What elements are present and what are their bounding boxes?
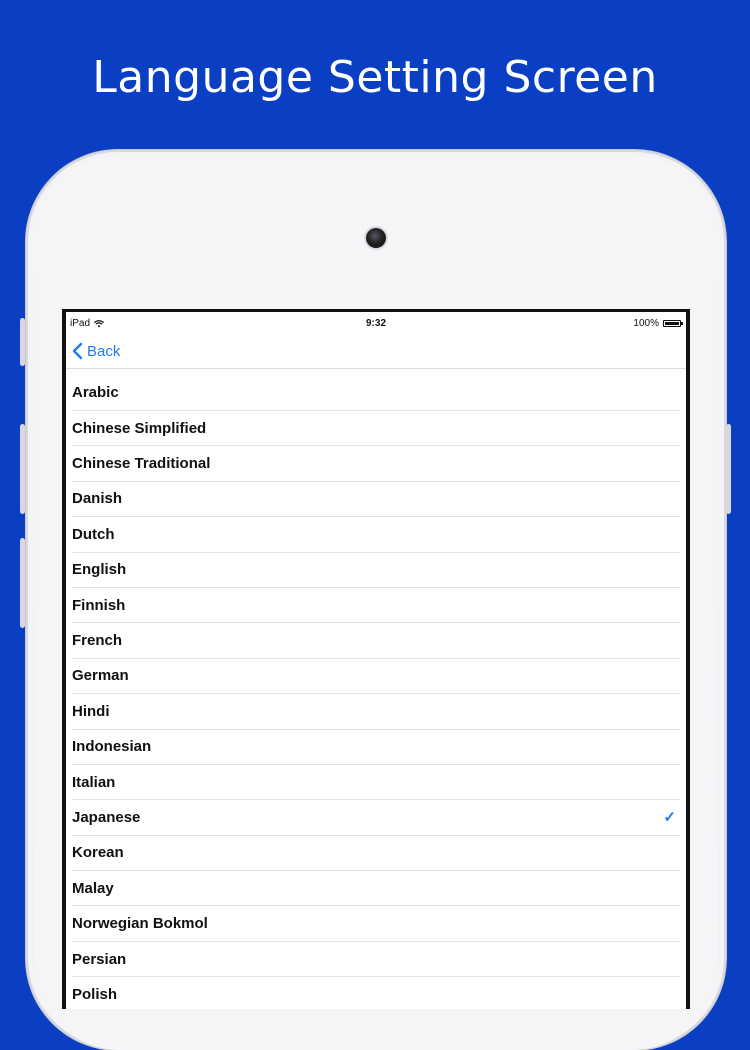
checkmark-icon: ✓: [663, 809, 676, 827]
language-row[interactable]: Persian✓: [72, 942, 680, 978]
language-label: Persian: [72, 950, 127, 968]
language-label: Dutch: [72, 525, 115, 543]
language-row[interactable]: Chinese Traditional✓: [72, 446, 680, 482]
language-row[interactable]: Korean✓: [72, 836, 680, 872]
language-label: Italian: [72, 773, 116, 791]
language-row[interactable]: Norwegian Bokmol✓: [72, 906, 680, 942]
language-row[interactable]: Arabic✓: [72, 369, 680, 411]
language-label: Arabic: [72, 384, 119, 401]
language-label: Norwegian Bokmol: [72, 915, 208, 933]
language-label: Finnish: [72, 596, 126, 614]
back-button[interactable]: Back: [72, 342, 120, 360]
language-row[interactable]: Polish✓: [72, 977, 680, 1009]
language-label: Hindi: [72, 702, 110, 720]
language-label: Indonesian: [72, 738, 152, 756]
language-row[interactable]: Dutch✓: [72, 517, 680, 553]
language-row[interactable]: Chinese Simplified✓: [72, 411, 680, 447]
language-row[interactable]: French✓: [72, 623, 680, 659]
navigation-bar: Back: [66, 334, 686, 369]
language-label: German: [72, 667, 129, 685]
language-label: Japanese: [72, 808, 141, 826]
language-label: English: [72, 561, 127, 579]
battery-percent: 100%: [633, 318, 659, 329]
language-row[interactable]: Danish✓: [72, 482, 680, 518]
back-label: Back: [87, 342, 121, 360]
chevron-left-icon: [72, 342, 83, 360]
language-row[interactable]: Italian✓: [72, 765, 680, 801]
language-row[interactable]: Japanese ✓: [72, 800, 680, 836]
status-right: 100%: [633, 318, 683, 329]
app-view: iPad 9:32 100% Back Arabic✓Chines: [66, 312, 686, 1009]
language-row[interactable]: Finnish✓: [72, 588, 680, 624]
language-label: Korean: [72, 844, 124, 862]
language-row[interactable]: Malay✓: [72, 871, 680, 907]
status-time: 9:32: [365, 318, 386, 329]
language-row[interactable]: Indonesian✓: [72, 730, 680, 765]
mute-switch: [20, 318, 25, 366]
language-list: Arabic✓Chinese Simplified✓Chinese Tradit…: [66, 369, 686, 1009]
ipad-screen: iPad 9:32 100% Back Arabic✓Chines: [62, 309, 690, 1009]
headline: Language Setting Screen: [92, 52, 658, 103]
camera-icon: [366, 228, 386, 248]
language-label: Polish: [72, 985, 118, 1003]
language-label: French: [72, 632, 123, 650]
battery-icon: [663, 320, 683, 327]
power-button: [726, 424, 731, 514]
volume-down-button: [20, 538, 25, 628]
language-label: Malay: [72, 879, 114, 897]
volume-up-button: [20, 424, 25, 514]
language-row[interactable]: Hindi✓: [72, 694, 680, 730]
language-label: Chinese Traditional: [72, 455, 211, 473]
language-row[interactable]: English✓: [72, 553, 680, 588]
language-label: Danish: [72, 490, 123, 508]
language-row[interactable]: German✓: [72, 659, 680, 695]
language-label: Chinese Simplified: [72, 419, 207, 437]
status-bar: iPad 9:32 100%: [66, 312, 686, 334]
